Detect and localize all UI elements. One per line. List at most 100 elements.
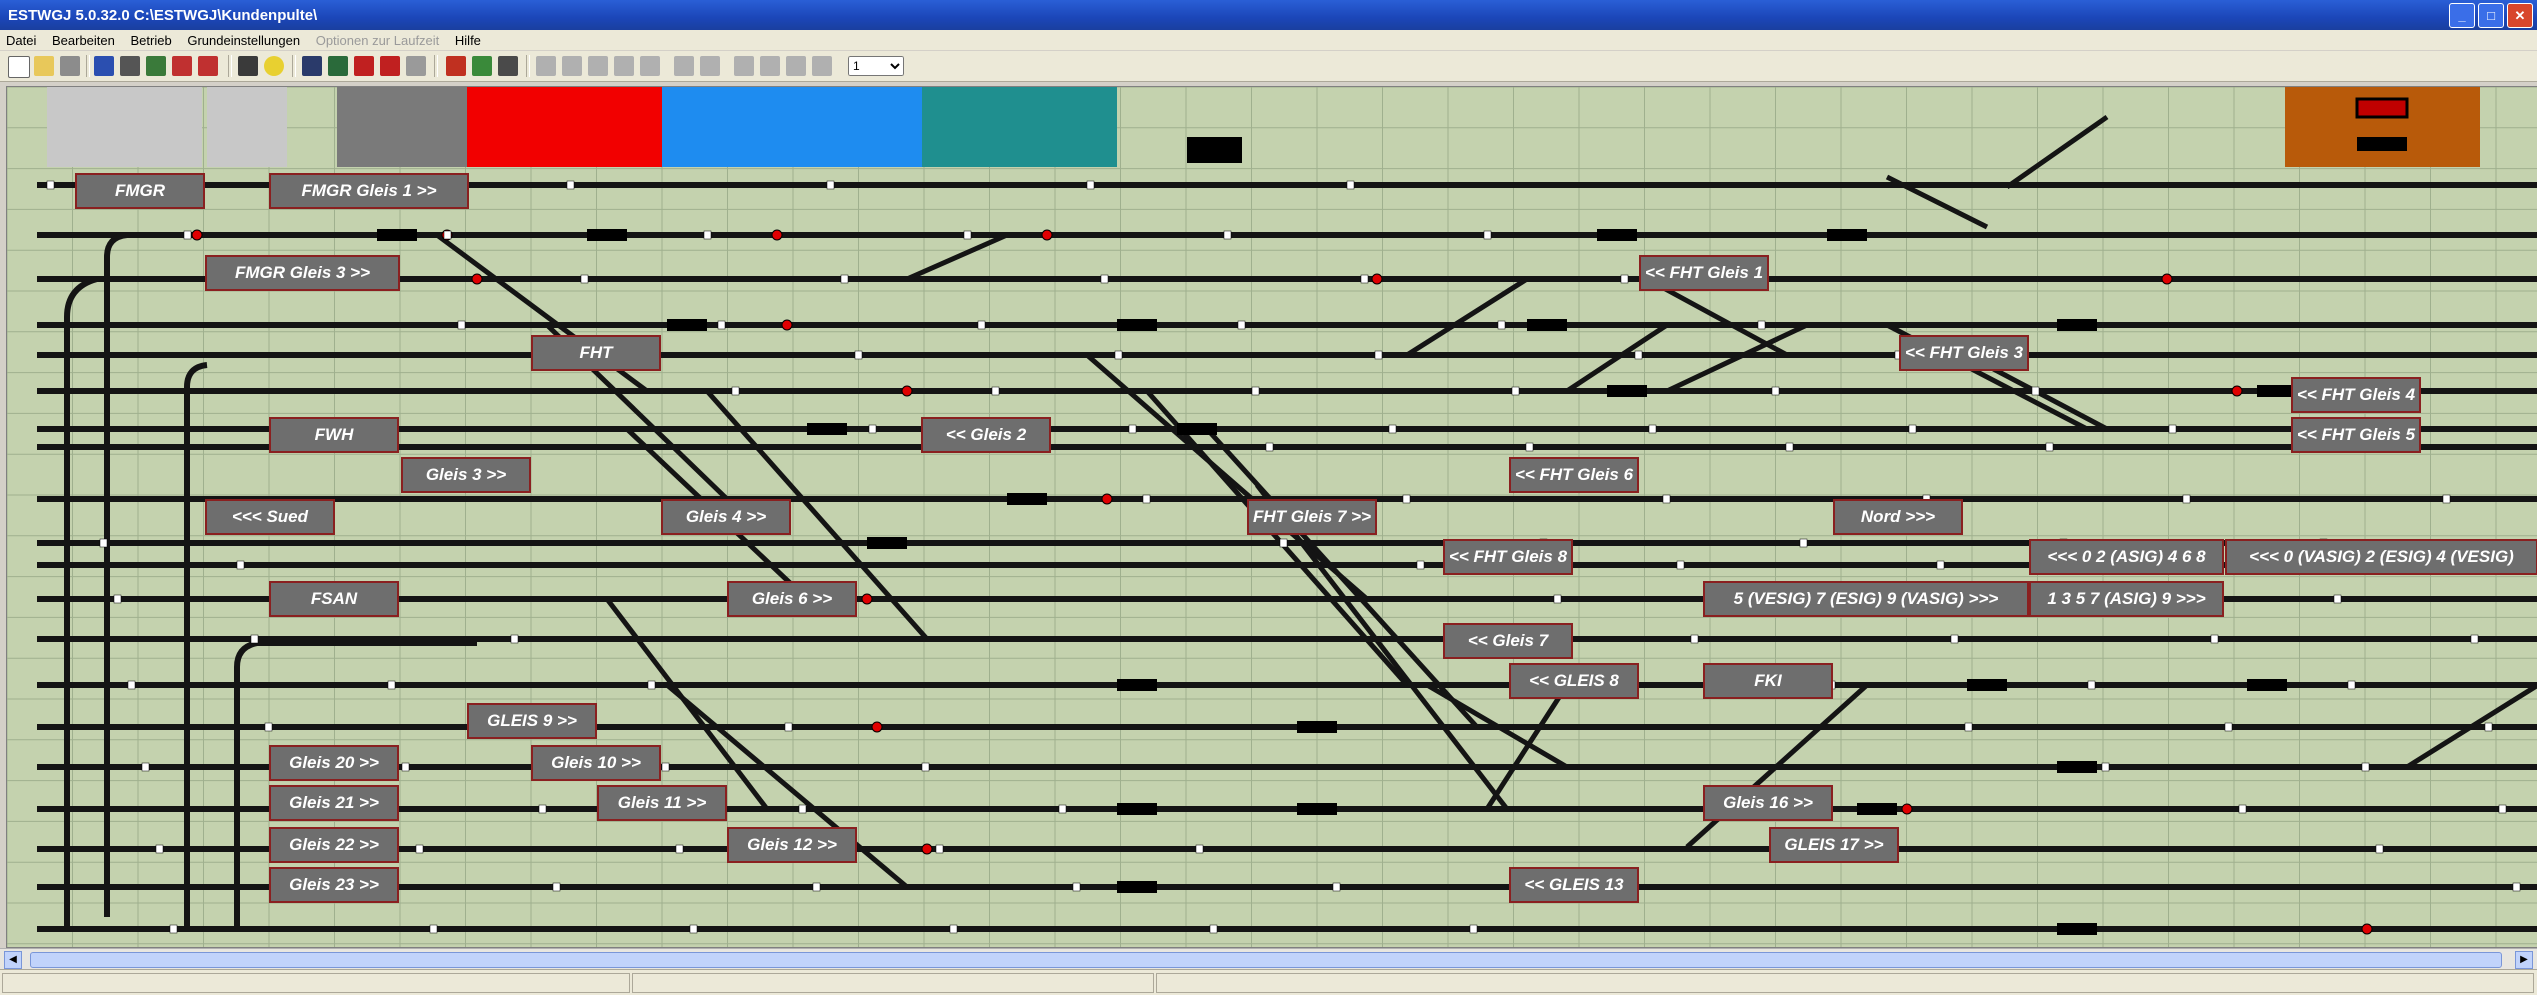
track-point [2182,494,2191,504]
reset-icon[interactable] [380,56,400,76]
track-point [552,882,561,892]
track-point [141,762,150,772]
label-vesig5[interactable]: 5 (VESIG) 7 (ESIG) 9 (VASIG) >>> [1703,581,2029,617]
menu-bearbeiten[interactable]: Bearbeiten [46,30,121,51]
track-point [1634,350,1643,360]
grid-tool-icon[interactable] [146,56,166,76]
horizontal-scrollbar[interactable]: ◀ ▶ [0,948,2537,969]
element-tool-icon[interactable] [120,56,140,76]
label-gleis4[interactable]: Gleis 4 >> [661,499,791,535]
layer-select[interactable]: 1 [848,56,904,76]
minimize-button[interactable]: _ [2449,3,2475,28]
track-point [1209,924,1218,934]
label-gleis13[interactable]: << GLEIS 13 [1509,867,1639,903]
track-block [867,537,907,549]
label-gleis8b[interactable]: << GLEIS 8 [1509,663,1639,699]
panel-icon[interactable] [238,56,258,76]
lock-icon[interactable] [406,56,426,76]
route-icon[interactable] [302,56,322,76]
label-fht-gleis6[interactable]: << FHT Gleis 6 [1509,457,1639,493]
track-point [1771,386,1780,396]
label-fht-gleis1[interactable]: << FHT Gleis 1 [1639,255,1769,291]
label-gleis11[interactable]: Gleis 11 >> [597,785,727,821]
signal-lamp [1901,803,1913,815]
track-point [1374,350,1383,360]
track-point [812,882,821,892]
label-fmgr-gleis3[interactable]: FMGR Gleis 3 >> [205,255,400,291]
label-fmgr[interactable]: FMGR [75,173,205,209]
track-tool-icon[interactable] [94,56,114,76]
label-gleis16[interactable]: Gleis 16 >> [1703,785,1833,821]
track-block [1597,229,1637,241]
menu-grundeinstellungen[interactable]: Grundeinstellungen [181,30,306,51]
label-fsan[interactable]: FSAN [269,581,399,617]
lamp-icon[interactable] [264,56,284,76]
label-fwh[interactable]: FWH [269,417,399,453]
track-point [1690,634,1699,644]
scroll-right-icon[interactable]: ▶ [2515,951,2533,969]
label-fht-gleis7[interactable]: FHT Gleis 7 >> [1247,499,1377,535]
label-fht-gleis5[interactable]: << FHT Gleis 5 [2291,417,2421,453]
track-point [1114,350,1123,360]
track-diagonal [1484,683,1570,811]
maximize-button[interactable]: □ [2478,3,2504,28]
label-gleis12[interactable]: Gleis 12 >> [727,827,857,863]
label-asig2[interactable]: 1 3 5 7 (ASIG) 9 >>> [2029,581,2224,617]
track-point [1142,494,1151,504]
scroll-left-icon[interactable]: ◀ [4,951,22,969]
track-point [538,804,547,814]
label-gleis17[interactable]: GLEIS 17 >> [1769,827,1899,863]
track-point [935,844,944,854]
label-gleis3[interactable]: Gleis 3 >> [401,457,531,493]
menu-hilfe[interactable]: Hilfe [449,30,487,51]
label-gleis9[interactable]: GLEIS 9 >> [467,703,597,739]
label-gleis2[interactable]: << Gleis 2 [921,417,1051,453]
label-fki[interactable]: FKI [1703,663,1833,699]
label-fht-gleis3[interactable]: << FHT Gleis 3 [1899,335,2029,371]
label-gleis6[interactable]: Gleis 6 >> [727,581,857,617]
label-asig1[interactable]: <<< 0 2 (ASIG) 4 6 8 [2029,539,2224,575]
track-point [717,320,726,330]
close-button[interactable]: ✕ [2507,3,2533,28]
track-point [46,180,55,190]
label-gleis20[interactable]: Gleis 20 >> [269,745,399,781]
track-point [1785,442,1794,452]
menu-betrieb[interactable]: Betrieb [125,30,178,51]
menu-optionen-zur-laufzeit[interactable]: Optionen zur Laufzeit [310,30,446,51]
label-fht[interactable]: FHT [531,335,661,371]
save-icon[interactable] [60,56,80,76]
menu-datei[interactable]: Datei [0,30,42,51]
track-point [2224,722,2233,732]
track-point [2512,882,2521,892]
track-point [963,230,972,240]
label-vasig0[interactable]: <<< 0 (VASIG) 2 (ESIG) 4 (VESIG) [2225,539,2537,575]
window-title: ESTWGJ 5.0.32.0 C:\ESTWGJ\Kundenpulte\ [8,7,318,24]
scroll-thumb[interactable] [30,952,2502,968]
label-fht-gleis4[interactable]: << FHT Gleis 4 [2291,377,2421,413]
track-point [169,924,178,934]
open-folder-icon[interactable] [34,56,54,76]
track-point [921,762,930,772]
label-sued[interactable]: <<< Sued [205,499,335,535]
label-gleis21[interactable]: Gleis 21 >> [269,785,399,821]
label-fht-gleis8[interactable]: << FHT Gleis 8 [1443,539,1573,575]
toolbar: 1 [0,51,2537,82]
label-gleis10[interactable]: Gleis 10 >> [531,745,661,781]
delete-tool-icon[interactable] [172,56,192,76]
track-diagram-panel[interactable]: FMGR FMGR Gleis 1 >> FMGR Gleis 3 >> FHT… [6,86,2537,948]
signal-green-icon[interactable] [472,56,492,76]
new-file-icon[interactable] [8,56,30,78]
stop-icon[interactable] [354,56,374,76]
label-gleis23[interactable]: Gleis 23 >> [269,867,399,903]
label-fmgr-gleis1[interactable]: FMGR Gleis 1 >> [269,173,469,209]
track-point [1757,320,1766,330]
track-block [1117,803,1157,815]
signal-icon[interactable] [498,56,518,76]
signal-red-icon[interactable] [446,56,466,76]
label-gleis7[interactable]: << Gleis 7 [1443,623,1573,659]
label-gleis22[interactable]: Gleis 22 >> [269,827,399,863]
track-point [2484,722,2493,732]
switch-icon[interactable] [328,56,348,76]
label-nord[interactable]: Nord >>> [1833,499,1963,535]
clear-tool-icon[interactable] [198,56,218,76]
